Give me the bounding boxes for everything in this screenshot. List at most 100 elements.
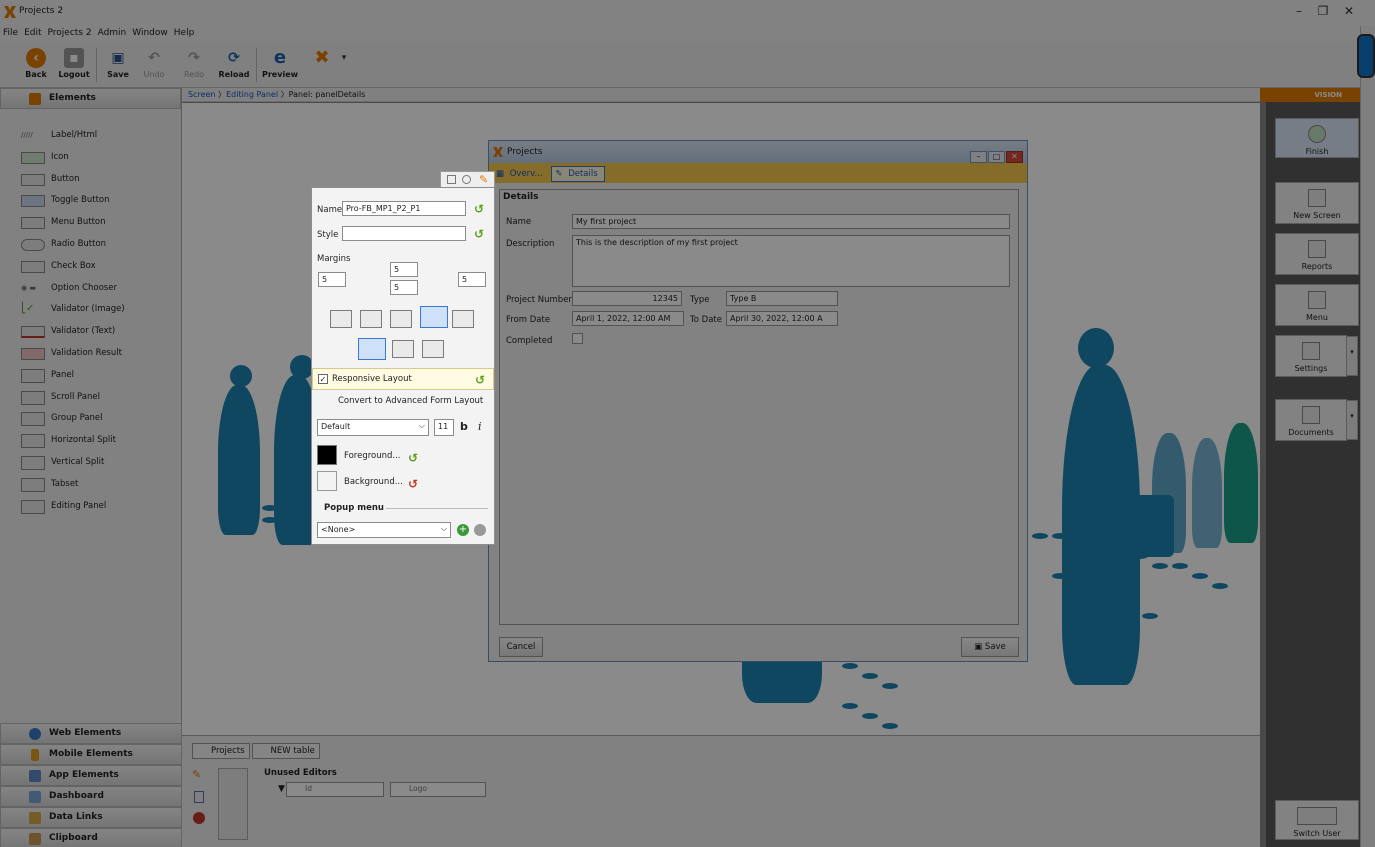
- font-size-field[interactable]: 11: [434, 419, 454, 436]
- assistant-icon[interactable]: [1357, 34, 1375, 78]
- reset-icon[interactable]: ↺: [408, 452, 420, 464]
- element-validator-text[interactable]: Validator (Text): [0, 321, 181, 343]
- maximize-icon[interactable]: □: [988, 151, 1005, 163]
- element-tabset[interactable]: Tabset: [0, 474, 181, 496]
- to-date-picker[interactable]: April 30, 2022, 12:00 A: [726, 311, 838, 326]
- cancel-button[interactable]: Cancel: [499, 637, 543, 657]
- copy-icon[interactable]: [447, 175, 456, 184]
- element-check-box[interactable]: Check Box: [0, 256, 181, 278]
- close-icon[interactable]: ✕: [1340, 4, 1358, 20]
- dialog-save-button[interactable]: ▣ Save: [961, 637, 1019, 657]
- add-icon[interactable]: +: [457, 524, 469, 536]
- tab-details[interactable]: ✎ Details: [551, 166, 605, 182]
- responsive-layout-row[interactable]: ✓ Responsive Layout ↺: [312, 368, 494, 390]
- field-logo[interactable]: Logo: [390, 782, 486, 797]
- layout-form-icon[interactable]: [420, 306, 448, 328]
- prop-style-field[interactable]: [342, 226, 466, 241]
- switch-user-button[interactable]: Switch User: [1275, 800, 1359, 840]
- pencil-icon[interactable]: ✎: [192, 768, 201, 781]
- menu-file[interactable]: File: [0, 26, 21, 40]
- reset-icon[interactable]: ↺: [474, 203, 486, 215]
- element-validator-image[interactable]: ⎣✓ Validator (Image): [0, 299, 181, 321]
- form-icon[interactable]: [194, 791, 204, 803]
- documents-button[interactable]: Documents ▾: [1275, 399, 1358, 441]
- field-id[interactable]: Id: [286, 782, 384, 797]
- element-icon[interactable]: Icon: [0, 147, 181, 169]
- new-screen-button[interactable]: New Screen: [1275, 182, 1359, 224]
- dashboard-section[interactable]: Dashboard: [0, 786, 182, 807]
- minimize-icon[interactable]: –: [1290, 4, 1308, 20]
- delete-icon[interactable]: [193, 812, 205, 824]
- breadcrumb-screen[interactable]: Screen: [188, 90, 216, 99]
- layout-columns-icon[interactable]: [422, 340, 444, 358]
- layout-fill-icon[interactable]: [358, 338, 386, 360]
- finish-button[interactable]: Finish: [1275, 118, 1359, 158]
- element-horizontal-split[interactable]: Horizontal Split: [0, 430, 181, 452]
- minimize-icon[interactable]: –: [970, 151, 987, 163]
- element-validation-result[interactable]: Validation Result: [0, 343, 181, 365]
- bold-toggle[interactable]: b: [460, 420, 468, 433]
- data-links-section[interactable]: Data Links: [0, 807, 182, 828]
- layout-horizontal-icon[interactable]: [360, 310, 382, 328]
- preview-button[interactable]: e Preview: [262, 44, 298, 86]
- reset-icon[interactable]: ↺: [474, 228, 486, 240]
- tab-overview[interactable]: ▦ Overv...: [493, 167, 549, 181]
- margin-right-spinner[interactable]: 5: [458, 272, 486, 287]
- web-elements-section[interactable]: Web Elements: [0, 723, 182, 744]
- name-field[interactable]: My first project: [572, 214, 1010, 229]
- background-button[interactable]: Background...: [344, 477, 403, 487]
- element-radio-button[interactable]: Radio Button: [0, 234, 181, 256]
- foreground-button[interactable]: Foreground...: [344, 451, 401, 461]
- project-number-field[interactable]: 12345: [572, 291, 682, 306]
- element-label-html[interactable]: /////Label/Html: [0, 125, 181, 147]
- menu-edit[interactable]: Edit: [21, 26, 44, 40]
- logout-button[interactable]: ▪ Logout: [56, 44, 92, 86]
- from-date-picker[interactable]: April 1, 2022, 12:00 AM: [572, 311, 684, 326]
- element-group-panel[interactable]: Group Panel: [0, 408, 181, 430]
- responsive-layout-checkbox[interactable]: ✓: [318, 374, 328, 384]
- menu-window[interactable]: Window: [129, 26, 171, 40]
- reset-icon[interactable]: ↺: [475, 374, 487, 386]
- app-menu-dropdown[interactable]: ▾: [334, 44, 348, 86]
- reload-button[interactable]: ⟳ Reload: [216, 44, 252, 86]
- element-vertical-split[interactable]: Vertical Split: [0, 452, 181, 474]
- element-toggle-button[interactable]: Toggle Button: [0, 190, 181, 212]
- element-option-chooser[interactable]: ◉ ▬ Option Chooser: [0, 278, 181, 300]
- clipboard-section[interactable]: Clipboard: [0, 828, 182, 847]
- layout-top-icon[interactable]: [390, 310, 412, 328]
- description-field[interactable]: This is the description of my first proj…: [572, 235, 1010, 287]
- foreground-swatch[interactable]: [317, 445, 337, 465]
- popup-menu-select[interactable]: <None> ⌵: [317, 522, 451, 538]
- element-button[interactable]: Button: [0, 169, 181, 191]
- back-button[interactable]: ‹ Back: [18, 44, 54, 86]
- save-button[interactable]: ▣ Save: [100, 44, 136, 86]
- margin-left-spinner[interactable]: 5: [318, 272, 346, 287]
- background-swatch[interactable]: [317, 471, 337, 491]
- menu-button[interactable]: Menu: [1275, 284, 1359, 326]
- convert-link[interactable]: Convert to Advanced Form Layout: [338, 396, 483, 406]
- reports-button[interactable]: Reports: [1275, 233, 1359, 275]
- menu-projects2[interactable]: Projects 2: [45, 26, 95, 40]
- elements-section-header[interactable]: Elements: [0, 88, 181, 109]
- menu-admin[interactable]: Admin: [95, 26, 130, 40]
- settings-button[interactable]: Settings ▾: [1275, 335, 1358, 377]
- element-scroll-panel[interactable]: Scroll Panel: [0, 387, 181, 409]
- element-menu-button[interactable]: Menu Button: [0, 212, 181, 234]
- redo-button[interactable]: ↷ Redo: [176, 44, 212, 86]
- breadcrumb-editing-panel[interactable]: Editing Panel: [226, 90, 278, 99]
- filter-icon[interactable]: ▼: [278, 784, 285, 794]
- layout-vertical-icon[interactable]: [330, 310, 352, 328]
- completed-checkbox[interactable]: [572, 333, 583, 344]
- target-icon[interactable]: [462, 175, 471, 184]
- close-icon[interactable]: ✕: [1006, 151, 1023, 163]
- chevron-down-icon[interactable]: ▾: [1346, 400, 1358, 440]
- pencil-icon[interactable]: ✎: [479, 173, 488, 186]
- layout-grid-icon[interactable]: [452, 310, 474, 328]
- margin-top-spinner[interactable]: 5: [390, 262, 418, 277]
- element-panel[interactable]: Panel: [0, 365, 181, 387]
- element-editing-panel[interactable]: Editing Panel: [0, 496, 181, 518]
- projects-window-titlebar[interactable]: Projects – □ ✕: [489, 141, 1027, 163]
- type-field[interactable]: Type B: [726, 291, 838, 306]
- tab-projects-table[interactable]: Projects: [192, 743, 250, 759]
- menu-help[interactable]: Help: [171, 26, 198, 40]
